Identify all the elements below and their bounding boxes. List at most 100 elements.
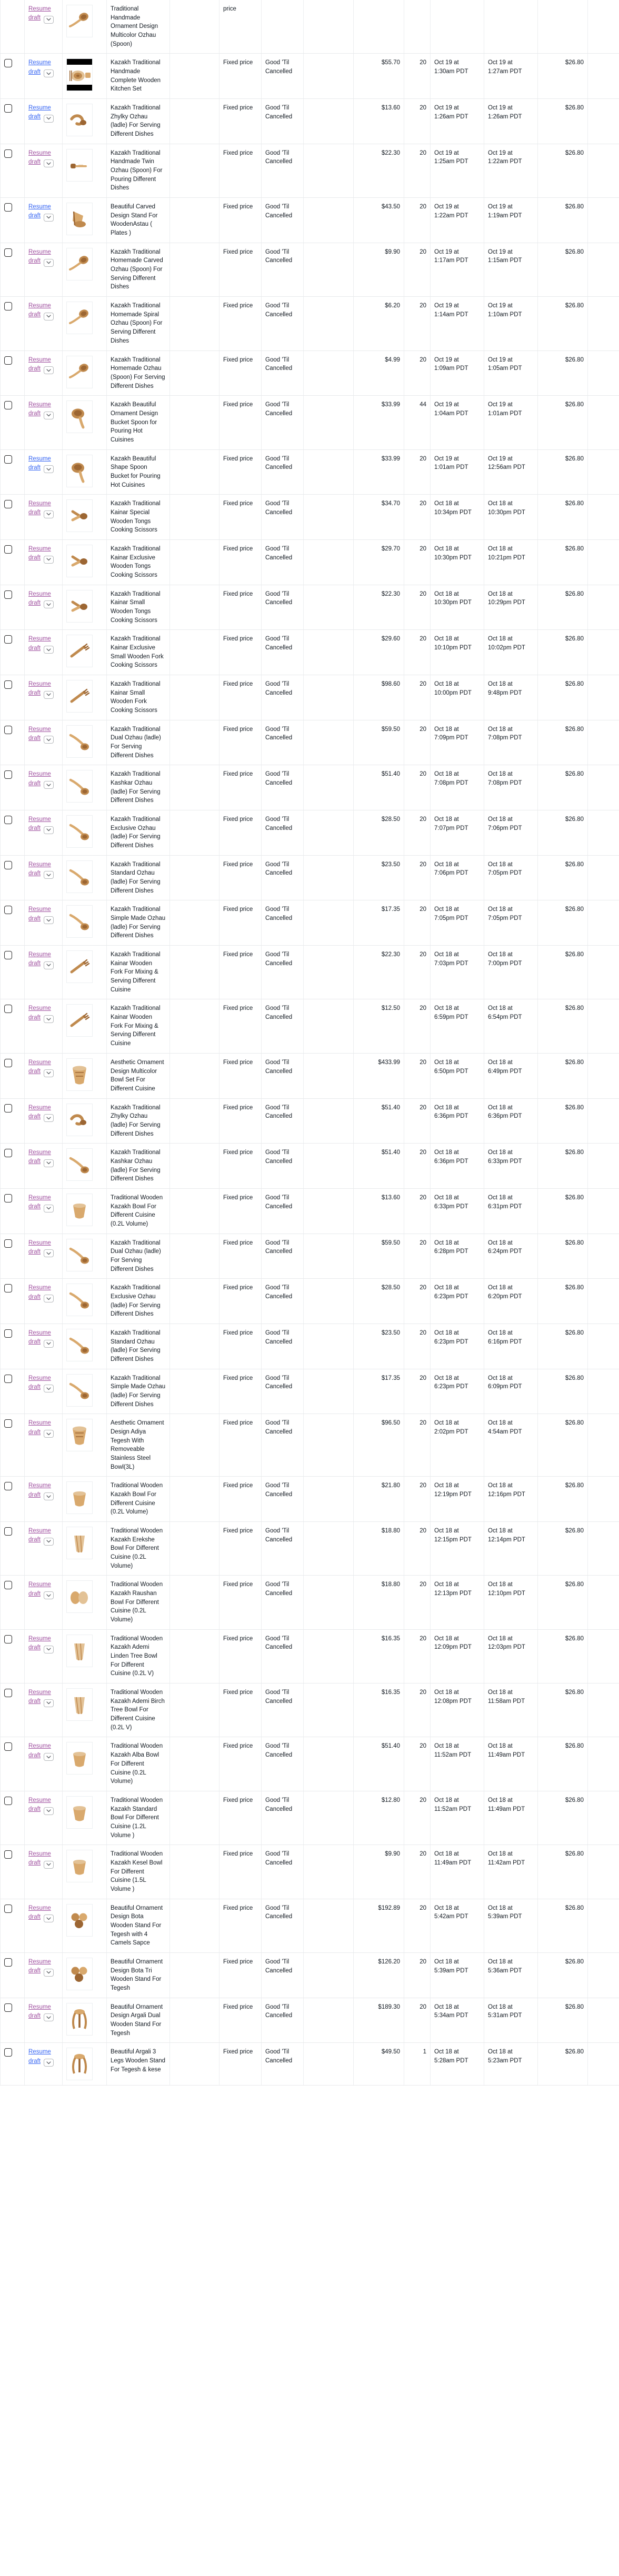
watchers-count	[303, 1629, 354, 1684]
row-select-checkbox[interactable]	[4, 104, 12, 113]
row-select-checkbox[interactable]	[4, 59, 12, 68]
row-select-checkbox[interactable]	[4, 1058, 12, 1067]
row-select-checkbox[interactable]	[4, 1284, 12, 1293]
row-select-checkbox[interactable]	[4, 1904, 12, 1913]
chevron-down-icon[interactable]	[44, 1249, 54, 1258]
row-select-checkbox[interactable]	[4, 1742, 12, 1751]
row-select-checkbox[interactable]	[4, 1958, 12, 1967]
row-select-checkbox[interactable]	[4, 203, 12, 212]
chevron-down-icon[interactable]	[44, 1591, 54, 1600]
row-select-checkbox[interactable]	[4, 401, 12, 410]
chevron-down-icon[interactable]	[44, 159, 54, 168]
start-date: Oct 18 at 11:52am PDT	[430, 1737, 484, 1791]
row-select-checkbox[interactable]	[4, 725, 12, 734]
chevron-down-icon[interactable]	[44, 411, 54, 419]
chevron-down-icon[interactable]	[44, 1807, 54, 1815]
listing-title: Kazakh Traditional Handmade Complete Woo…	[106, 53, 170, 99]
listing-format: Fixed price	[219, 585, 262, 630]
chevron-down-icon[interactable]	[44, 1295, 54, 1303]
row-select-checkbox[interactable]	[4, 860, 12, 869]
listing-duration: Good 'Til Cancelled	[261, 197, 304, 243]
row-select-checkbox[interactable]	[4, 248, 12, 257]
row-select-checkbox[interactable]	[4, 356, 12, 365]
row-select-checkbox[interactable]	[4, 2003, 12, 2012]
chevron-down-icon[interactable]	[44, 961, 54, 969]
chevron-down-icon[interactable]	[44, 916, 54, 925]
chevron-down-icon[interactable]	[44, 1699, 54, 1707]
chevron-down-icon[interactable]	[44, 1537, 54, 1546]
listing-duration: Good 'Til Cancelled	[261, 720, 304, 766]
row-select-checkbox[interactable]	[4, 1527, 12, 1536]
row-select-checkbox[interactable]	[4, 906, 12, 915]
chevron-down-icon[interactable]	[44, 1915, 54, 1923]
adiya-tegesh-thumbnail-icon	[66, 1419, 93, 1452]
chevron-down-icon[interactable]	[44, 1114, 54, 1122]
chevron-down-icon[interactable]	[44, 600, 54, 609]
chevron-down-icon[interactable]	[44, 366, 54, 375]
chevron-down-icon[interactable]	[44, 213, 54, 222]
custom-label	[169, 1143, 219, 1189]
chevron-down-icon[interactable]	[44, 2059, 54, 2067]
row-select-checkbox[interactable]	[4, 680, 12, 689]
row-select-checkbox[interactable]	[4, 2048, 12, 2057]
chevron-down-icon[interactable]	[44, 312, 54, 320]
chevron-down-icon[interactable]	[44, 1645, 54, 1653]
chevron-down-icon[interactable]	[44, 871, 54, 879]
listing-title: Beautiful Argali 3 Legs Wooden Stand For…	[106, 2042, 170, 2086]
row-select-checkbox[interactable]	[4, 590, 12, 599]
row-select-checkbox[interactable]	[4, 1482, 12, 1491]
row-select-checkbox[interactable]	[4, 1239, 12, 1248]
chevron-down-icon[interactable]	[44, 781, 54, 789]
chevron-down-icon[interactable]	[44, 2013, 54, 2022]
row-select-checkbox[interactable]	[4, 500, 12, 509]
chevron-down-icon[interactable]	[44, 646, 54, 654]
row-select-checkbox[interactable]	[4, 951, 12, 960]
chevron-down-icon[interactable]	[44, 736, 54, 744]
chevron-down-icon[interactable]	[44, 1069, 54, 1077]
row-select-checkbox[interactable]	[4, 302, 12, 311]
chevron-down-icon[interactable]	[44, 1430, 54, 1438]
chevron-down-icon[interactable]	[44, 555, 54, 564]
chevron-down-icon[interactable]	[44, 510, 54, 518]
chevron-down-icon[interactable]	[44, 465, 54, 474]
chevron-down-icon[interactable]	[44, 1385, 54, 1393]
row-select-checkbox[interactable]	[4, 1419, 12, 1428]
row-select-checkbox[interactable]	[4, 1194, 12, 1202]
row-select-checkbox[interactable]	[4, 1005, 12, 1014]
row-select-checkbox[interactable]	[4, 1581, 12, 1590]
chevron-down-icon[interactable]	[44, 15, 54, 24]
chevron-down-icon[interactable]	[44, 1339, 54, 1348]
start-date: Oct 19 at 1:01am PDT	[430, 449, 484, 495]
last-edited-date: Oct 18 at 7:08pm PDT	[484, 765, 538, 811]
chevron-down-icon[interactable]	[44, 826, 54, 834]
chevron-down-icon[interactable]	[44, 1492, 54, 1501]
chevron-down-icon[interactable]	[44, 1015, 54, 1024]
row-select-checkbox[interactable]	[4, 770, 12, 779]
row-select-checkbox[interactable]	[4, 1689, 12, 1698]
chevron-down-icon[interactable]	[44, 114, 54, 123]
row-select-checkbox[interactable]	[4, 1104, 12, 1112]
row-select-checkbox[interactable]	[4, 149, 12, 158]
row-select-checkbox[interactable]	[4, 1635, 12, 1643]
chevron-down-icon[interactable]	[44, 1968, 54, 1977]
row-select-checkbox[interactable]	[4, 455, 12, 464]
chevron-down-icon[interactable]	[44, 690, 54, 699]
chevron-down-icon[interactable]	[44, 1860, 54, 1869]
chevron-down-icon[interactable]	[44, 1204, 54, 1212]
last-edited-date: Oct 18 at 12:14pm PDT	[484, 1521, 538, 1576]
chevron-down-icon[interactable]	[44, 1159, 54, 1167]
birch-bowl-thumbnail-icon	[66, 1688, 93, 1721]
listing-price: $12.50	[353, 999, 404, 1054]
row-select-checkbox[interactable]	[4, 1796, 12, 1805]
row-select-checkbox[interactable]	[4, 545, 12, 554]
row-select-checkbox[interactable]	[4, 1149, 12, 1158]
row-select-checkbox[interactable]	[4, 635, 12, 644]
row-select-checkbox[interactable]	[4, 1374, 12, 1383]
row-select-checkbox[interactable]	[4, 1329, 12, 1338]
chevron-down-icon[interactable]	[44, 69, 54, 78]
row-select-checkbox[interactable]	[4, 816, 12, 825]
chevron-down-icon[interactable]	[44, 1753, 54, 1761]
listing-duration: Good 'Til Cancelled	[261, 675, 304, 720]
chevron-down-icon[interactable]	[44, 258, 54, 267]
row-select-checkbox[interactable]	[4, 1850, 12, 1859]
